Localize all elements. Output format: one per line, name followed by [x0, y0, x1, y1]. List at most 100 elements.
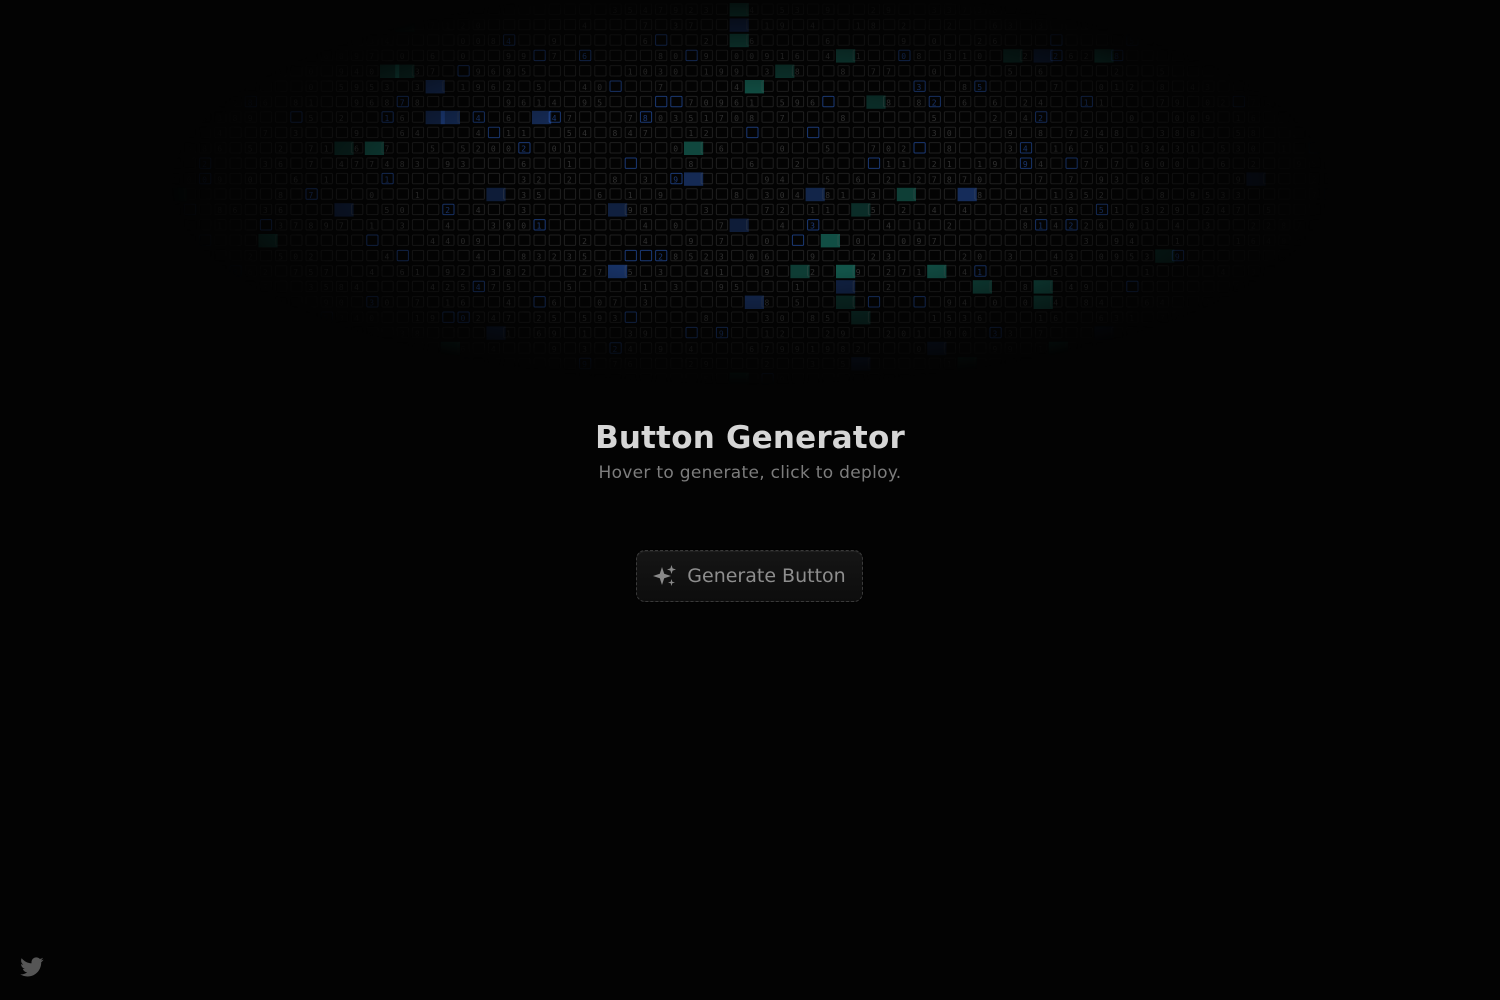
svg-text:1: 1 [643, 283, 648, 292]
svg-text:0: 0 [476, 21, 481, 30]
svg-text:1: 1 [1038, 314, 1043, 323]
svg-text:2: 2 [1160, 206, 1165, 215]
svg-text:0: 0 [734, 114, 739, 123]
svg-text:9: 9 [1388, 37, 1393, 46]
svg-text:3: 3 [491, 376, 496, 385]
svg-text:3: 3 [1114, 175, 1119, 184]
svg-text:5: 5 [65, 206, 70, 215]
svg-text:2: 2 [461, 21, 466, 30]
svg-text:3: 3 [1266, 83, 1271, 92]
svg-text:4: 4 [476, 206, 481, 215]
svg-text:1: 1 [1175, 37, 1180, 46]
svg-text:1: 1 [141, 68, 146, 77]
svg-text:3: 3 [141, 83, 146, 92]
svg-text:0: 0 [157, 345, 162, 354]
svg-text:5: 5 [1129, 252, 1134, 261]
svg-text:7: 7 [932, 175, 937, 184]
svg-text:5: 5 [5, 145, 10, 154]
svg-text:3: 3 [1008, 329, 1013, 338]
svg-text:3: 3 [704, 206, 709, 215]
svg-text:9: 9 [1084, 283, 1089, 292]
svg-text:1: 1 [445, 21, 450, 30]
svg-text:2: 2 [704, 37, 709, 46]
svg-text:4: 4 [1160, 376, 1165, 385]
svg-text:5: 5 [309, 268, 314, 277]
svg-text:6: 6 [749, 345, 754, 354]
twitter-link[interactable] [19, 955, 45, 979]
svg-text:0: 0 [1342, 98, 1347, 107]
svg-text:4: 4 [962, 268, 967, 277]
svg-text:9: 9 [1357, 283, 1362, 292]
svg-text:9: 9 [734, 68, 739, 77]
svg-text:6: 6 [172, 314, 177, 323]
svg-text:8: 8 [1160, 345, 1165, 354]
svg-text:9: 9 [506, 68, 511, 77]
svg-text:8: 8 [1449, 21, 1454, 30]
svg-text:3: 3 [521, 206, 526, 215]
svg-text:7: 7 [1069, 129, 1074, 138]
svg-text:2: 2 [96, 299, 101, 308]
svg-text:8: 8 [400, 376, 405, 385]
svg-text:0: 0 [1099, 252, 1104, 261]
svg-text:3: 3 [673, 21, 678, 30]
svg-text:3: 3 [1205, 299, 1210, 308]
svg-text:5: 5 [1114, 376, 1119, 385]
svg-text:4: 4 [1266, 237, 1271, 246]
svg-text:0: 0 [1099, 83, 1104, 92]
generate-button[interactable]: Generate Button [636, 550, 863, 602]
svg-text:4: 4 [430, 283, 435, 292]
svg-text:6: 6 [293, 175, 298, 184]
matrix-grid-background: 1 1 2 1 0 2 5 0 6 7 0 5 9 3 5 4 7 9 2 3 4 5 3 9 2 9 3 3 7 3 8 5 0 5 3 9 3 6 8 4… [0, 0, 1500, 400]
svg-text:7: 7 [263, 283, 268, 292]
svg-text:6: 6 [65, 145, 70, 154]
svg-text:1: 1 [20, 6, 25, 15]
svg-text:8: 8 [1038, 129, 1043, 138]
svg-text:0: 0 [1008, 391, 1013, 400]
svg-text:9: 9 [1251, 391, 1256, 400]
svg-text:5: 5 [628, 6, 633, 15]
svg-text:8: 8 [202, 360, 207, 369]
svg-text:6: 6 [126, 329, 131, 338]
svg-text:2: 2 [901, 145, 906, 154]
svg-text:7: 7 [1236, 360, 1241, 369]
svg-text:6: 6 [1418, 114, 1423, 123]
svg-text:0: 0 [81, 329, 86, 338]
svg-text:9: 9 [476, 6, 481, 15]
svg-text:1: 1 [461, 83, 466, 92]
svg-text:4: 4 [1023, 114, 1028, 123]
svg-text:6: 6 [20, 252, 25, 261]
svg-text:3: 3 [871, 191, 876, 200]
svg-text:5: 5 [1129, 37, 1134, 46]
svg-text:9: 9 [1190, 191, 1195, 200]
svg-text:9: 9 [1449, 376, 1454, 385]
svg-text:3: 3 [932, 6, 937, 15]
svg-text:1: 1 [187, 268, 192, 277]
svg-text:0: 0 [1479, 283, 1484, 292]
svg-text:8: 8 [1342, 6, 1347, 15]
svg-text:5: 5 [521, 68, 526, 77]
svg-text:7: 7 [1281, 83, 1286, 92]
svg-text:9: 9 [597, 314, 602, 323]
svg-text:8: 8 [263, 314, 268, 323]
svg-text:9: 9 [947, 329, 952, 338]
svg-text:6: 6 [1099, 222, 1104, 231]
svg-text:2: 2 [977, 37, 982, 46]
svg-text:3: 3 [157, 160, 162, 169]
svg-text:3: 3 [202, 68, 207, 77]
svg-text:0: 0 [491, 145, 496, 154]
svg-text:2: 2 [339, 114, 344, 123]
svg-text:1: 1 [20, 391, 25, 400]
svg-text:1: 1 [1190, 145, 1195, 154]
twitter-icon [19, 957, 45, 983]
svg-text:7: 7 [658, 83, 663, 92]
svg-text:4: 4 [172, 376, 177, 385]
svg-text:6: 6 [324, 52, 329, 61]
svg-text:0: 0 [932, 37, 937, 46]
svg-text:5: 5 [141, 329, 146, 338]
svg-text:0: 0 [369, 191, 374, 200]
svg-text:2: 2 [1327, 191, 1332, 200]
svg-text:0: 0 [1433, 37, 1438, 46]
svg-text:9: 9 [1251, 376, 1256, 385]
svg-text:4: 4 [1053, 299, 1058, 308]
svg-text:3: 3 [1175, 6, 1180, 15]
